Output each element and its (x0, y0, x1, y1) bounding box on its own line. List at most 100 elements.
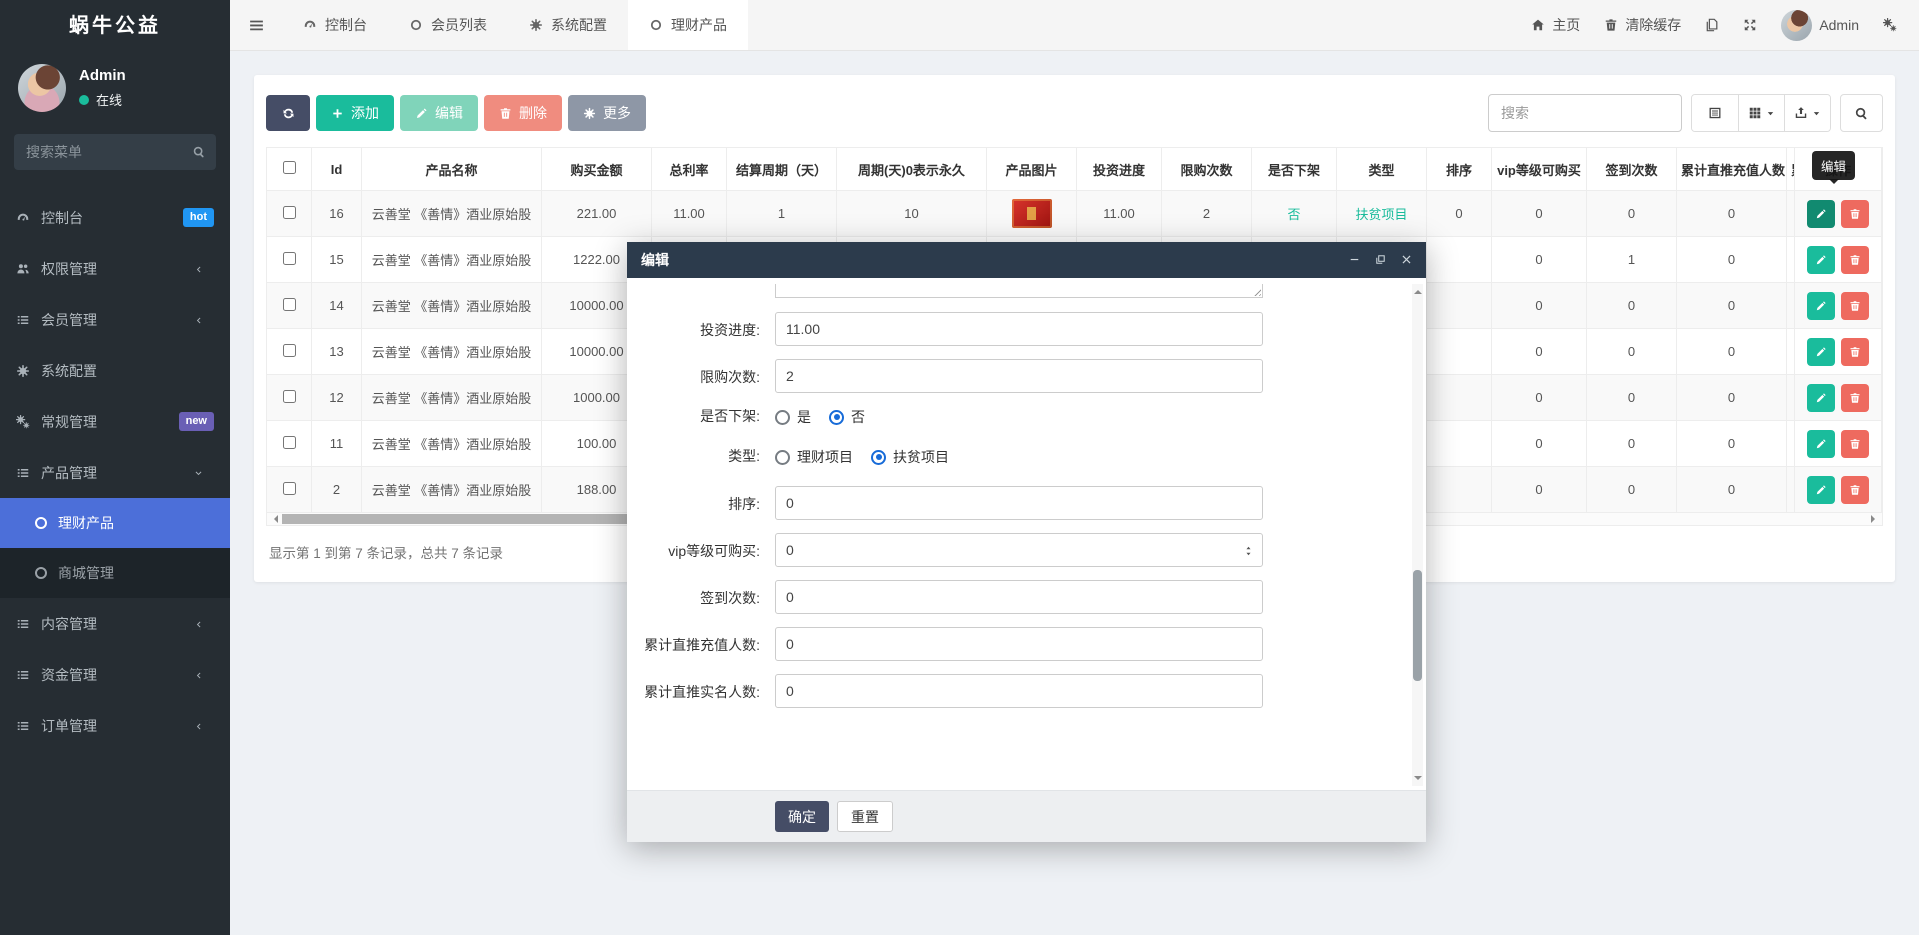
log-button[interactable] (1705, 18, 1719, 32)
row-delete-button[interactable] (1841, 291, 1869, 320)
product-image[interactable] (1011, 199, 1052, 228)
field-input[interactable] (775, 312, 1263, 346)
row-delete-button[interactable] (1841, 199, 1869, 228)
restore-icon[interactable] (1375, 251, 1386, 269)
tab-会员列表[interactable]: 会员列表 (388, 0, 508, 50)
sidebar-search-input[interactable] (14, 134, 216, 170)
refresh-button[interactable] (266, 95, 310, 131)
settings-button[interactable] (1883, 18, 1897, 32)
home-link[interactable]: 主页 (1531, 15, 1580, 35)
sidebar-item-内容管理[interactable]: 内容管理 (0, 598, 230, 649)
sidebar-item-权限管理[interactable]: 权限管理 (0, 243, 230, 294)
radio-option[interactable]: 否 (829, 407, 865, 427)
trash-icon (1606, 19, 1617, 31)
row-checkbox[interactable] (282, 205, 296, 219)
cell-sort (1427, 375, 1492, 421)
sidebar-toggle-button[interactable] (230, 0, 282, 50)
cell-actions (1794, 421, 1882, 467)
textarea-fragment[interactable] (775, 284, 1263, 298)
scroll-right-arrow-icon[interactable] (1871, 515, 1879, 523)
add-button[interactable]: 添加 (316, 95, 394, 131)
spinner-icon[interactable] (1243, 542, 1254, 560)
cell-vip: 0 (1492, 329, 1587, 375)
row-checkbox[interactable] (282, 297, 296, 311)
confirm-button[interactable]: 确定 (775, 801, 829, 832)
sidebar-item-系统配置[interactable]: 系统配置 (0, 345, 230, 396)
row-checkbox[interactable] (282, 435, 296, 449)
row-checkbox[interactable] (282, 389, 296, 403)
clear-cache-link[interactable]: 清除缓存 (1604, 15, 1681, 35)
tab-系统配置[interactable]: 系统配置 (508, 0, 628, 50)
search-button[interactable] (1840, 94, 1883, 132)
row-checkbox[interactable] (282, 343, 296, 357)
field-input[interactable] (775, 533, 1263, 567)
list-icon (17, 619, 29, 628)
field-input[interactable] (775, 359, 1263, 393)
toggle-view-button[interactable] (1692, 95, 1738, 131)
row-delete-button[interactable] (1841, 337, 1869, 366)
fullscreen-button[interactable] (1743, 18, 1757, 32)
columns-button[interactable] (1738, 95, 1784, 131)
more-button[interactable]: 更多 (568, 95, 646, 131)
sidebar-item-会员管理[interactable]: 会员管理 (0, 294, 230, 345)
sidebar-item-资金管理[interactable]: 资金管理 (0, 649, 230, 700)
field-label: 投资进度: (700, 322, 760, 338)
row-edit-button[interactable] (1807, 245, 1835, 274)
tab-控制台[interactable]: 控制台 (282, 0, 388, 50)
export-button[interactable] (1784, 95, 1830, 131)
radio-option[interactable]: 扶贫项目 (871, 447, 949, 467)
row-edit-button[interactable] (1807, 475, 1835, 504)
users-icon (17, 263, 29, 273)
field-input[interactable] (775, 486, 1263, 520)
sidebar-item-订单管理[interactable]: 订单管理 (0, 700, 230, 751)
sidebar-subitem-理财产品[interactable]: 理财产品 (0, 498, 230, 548)
scroll-up-arrow-icon[interactable] (1414, 286, 1422, 294)
modal-header[interactable]: 编辑 (627, 242, 1426, 278)
cell-recharge: 0 (1677, 237, 1787, 283)
radio-option[interactable]: 是 (775, 407, 811, 427)
row-delete-button[interactable] (1841, 475, 1869, 504)
avatar[interactable] (18, 64, 66, 112)
row-edit-button[interactable] (1807, 199, 1835, 228)
field-input[interactable] (775, 627, 1263, 661)
row-delete-button[interactable] (1841, 383, 1869, 412)
field-input[interactable] (775, 580, 1263, 614)
select-all-checkbox[interactable] (282, 161, 296, 174)
table-row: 16 云善堂 《善情》酒业原始股 221.00 11.00 1 10 11.00 2 否扶贫项目… (267, 191, 1882, 237)
sidebar-item-常规管理[interactable]: 常规管理 new (0, 396, 230, 447)
minimize-icon[interactable] (1349, 251, 1360, 269)
row-edit-button[interactable] (1807, 291, 1835, 320)
scroll-down-arrow-icon[interactable] (1414, 776, 1422, 784)
row-select-cell (267, 237, 312, 283)
sidebar-item-label: 产品管理 (41, 464, 97, 481)
topbar-user[interactable]: Admin (1781, 9, 1859, 41)
field-label: vip等级可购买: (668, 543, 760, 559)
radio-group: 是否 (775, 406, 865, 427)
table-toolbar: 添加 编辑 删除 更多 (266, 94, 1883, 132)
radio-option[interactable]: 理财项目 (775, 447, 853, 467)
row-checkbox[interactable] (282, 251, 296, 265)
delete-button[interactable]: 删除 (484, 95, 562, 131)
row-edit-button[interactable] (1807, 429, 1835, 458)
close-icon[interactable] (1401, 251, 1412, 269)
list-icon (17, 315, 29, 324)
modal-scrollbar[interactable] (1412, 284, 1423, 786)
row-checkbox[interactable] (282, 481, 296, 495)
row-edit-button[interactable] (1807, 337, 1835, 366)
subitem-label: 理财产品 (58, 515, 114, 531)
scroll-left-arrow-icon[interactable] (270, 515, 278, 523)
row-delete-button[interactable] (1841, 429, 1869, 458)
tab-理财产品[interactable]: 理财产品 (628, 0, 748, 50)
reset-button[interactable]: 重置 (837, 801, 893, 832)
sidebar-subitem-商城管理[interactable]: 商城管理 (0, 548, 230, 598)
row-edit-button[interactable] (1807, 383, 1835, 412)
sidebar-item-控制台[interactable]: 控制台 hot (0, 192, 230, 243)
field-input[interactable] (775, 674, 1263, 708)
edit-modal: 编辑 投资进度:限购次数:是否下架:是否类型:理财项目扶贫项目排序:vip等级可… (627, 242, 1426, 842)
list-icon (17, 468, 29, 477)
row-delete-button[interactable] (1841, 245, 1869, 274)
edit-button[interactable]: 编辑 (400, 95, 478, 131)
sidebar-item-产品管理[interactable]: 产品管理 (0, 447, 230, 498)
table-search-input[interactable] (1488, 94, 1682, 132)
modal-scroll-thumb[interactable] (1413, 570, 1422, 681)
